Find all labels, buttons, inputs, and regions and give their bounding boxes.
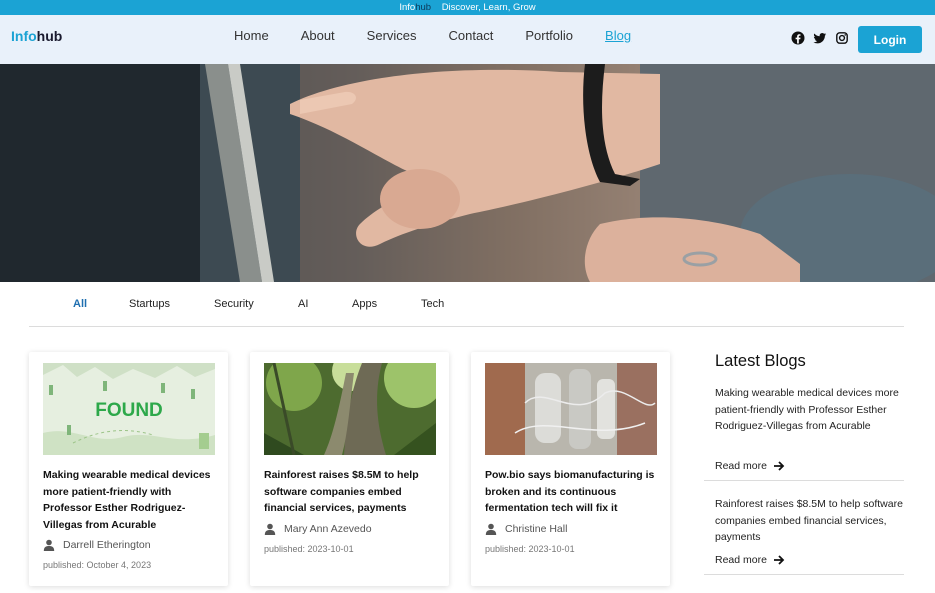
category-tab-startups[interactable]: Startups xyxy=(129,298,170,310)
category-filter-bar: All Startups Security AI Apps Tech xyxy=(29,282,904,327)
latest-blog-item-title[interactable]: Rainforest raises $8.5M to help software… xyxy=(715,496,903,546)
facebook-icon[interactable] xyxy=(791,31,805,45)
instagram-icon[interactable] xyxy=(835,31,849,45)
logo-hub-text: hub xyxy=(36,28,63,44)
user-icon xyxy=(264,523,276,535)
read-more-label: Read more xyxy=(715,554,767,566)
card-thumbnail-image xyxy=(264,363,436,455)
card-thumbnail-image: FOUND xyxy=(43,363,215,455)
card-author: Christine Hall xyxy=(485,523,567,535)
category-tab-apps[interactable]: Apps xyxy=(352,298,377,310)
blog-card[interactable]: FOUND Making wearable medical devices mo… xyxy=(29,352,228,586)
card-image-found-text: FOUND xyxy=(95,400,163,421)
read-more-label: Read more xyxy=(715,460,767,472)
nav-link-about[interactable]: About xyxy=(301,28,335,43)
logo-info-text: Info xyxy=(11,28,37,44)
card-title[interactable]: Making wearable medical devices more pat… xyxy=(43,467,215,533)
nav-link-portfolio[interactable]: Portfolio xyxy=(525,28,573,43)
hero-banner-image xyxy=(0,64,935,282)
category-tab-tech[interactable]: Tech xyxy=(421,298,444,310)
site-logo[interactable]: Infohub xyxy=(11,28,62,44)
topbar-brand-info: Info xyxy=(399,2,416,13)
read-more-link[interactable]: Read more xyxy=(715,460,785,472)
card-author-name: Christine Hall xyxy=(505,523,568,535)
blog-card[interactable]: Pow.bio says biomanufacturing is broken … xyxy=(471,352,670,586)
card-author-name: Mary Ann Azevedo xyxy=(284,523,372,535)
card-author: Darrell Etherington xyxy=(43,539,151,551)
card-title[interactable]: Rainforest raises $8.5M to help software… xyxy=(264,467,436,517)
card-publish-date: published: October 4, 2023 xyxy=(43,560,152,570)
arrow-right-icon xyxy=(773,555,785,565)
read-more-link[interactable]: Read more xyxy=(715,554,785,566)
card-publish-date: published: 2023-10-01 xyxy=(264,544,354,554)
latest-blog-item-title[interactable]: Making wearable medical devices more pat… xyxy=(715,385,903,435)
user-icon xyxy=(43,539,55,551)
top-announcement-bar: Infohub Discover, Learn, Grow xyxy=(0,0,935,15)
nav-menu: Home About Services Contact Portfolio Bl… xyxy=(218,28,647,43)
nav-link-contact[interactable]: Contact xyxy=(449,28,494,43)
card-publish-date: published: 2023-10-01 xyxy=(485,544,575,554)
blog-card[interactable]: Rainforest raises $8.5M to help software… xyxy=(250,352,449,586)
user-icon xyxy=(485,523,497,535)
twitter-icon[interactable] xyxy=(813,31,827,45)
category-tab-all[interactable]: All xyxy=(73,298,87,310)
login-button[interactable]: Login xyxy=(858,26,922,53)
card-title[interactable]: Pow.bio says biomanufacturing is broken … xyxy=(485,467,657,517)
main-navbar: Infohub Home About Services Contact Port… xyxy=(0,15,935,64)
arrow-right-icon xyxy=(773,461,785,471)
latest-blogs-heading: Latest Blogs xyxy=(715,352,806,370)
social-links xyxy=(791,31,849,45)
nav-link-home[interactable]: Home xyxy=(234,28,269,43)
card-thumbnail-image xyxy=(485,363,657,455)
topbar-brand-hub: hub xyxy=(415,2,432,13)
sidebar-divider xyxy=(704,480,904,481)
category-tab-security[interactable]: Security xyxy=(214,298,254,310)
nav-link-blog[interactable]: Blog xyxy=(605,28,631,43)
card-author-name: Darrell Etherington xyxy=(63,539,151,551)
sidebar-divider xyxy=(704,574,904,575)
card-author: Mary Ann Azevedo xyxy=(264,523,372,535)
nav-link-services[interactable]: Services xyxy=(367,28,417,43)
category-tab-ai[interactable]: AI xyxy=(298,298,308,310)
topbar-tagline: Discover, Learn, Grow xyxy=(441,2,536,13)
